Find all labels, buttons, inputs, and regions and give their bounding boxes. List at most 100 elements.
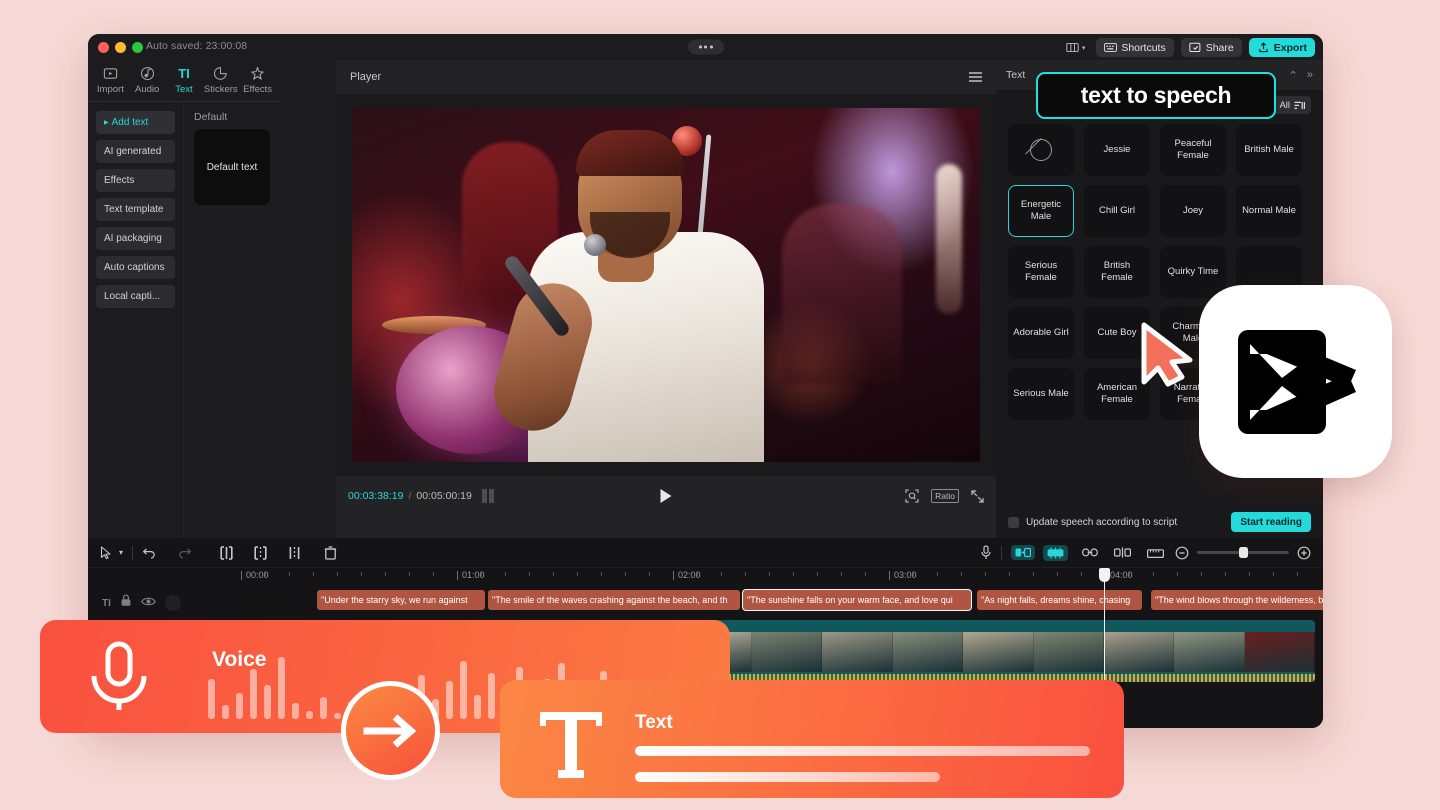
text-clip[interactable]: "The smile of the waves crashing against… [488,590,740,610]
lock-icon[interactable] [120,594,132,612]
layout-switch-button[interactable]: ▾ [1066,42,1090,53]
tab-text[interactable]: TI Text [166,64,203,95]
mirror-icon[interactable] [1114,547,1131,558]
none-icon [1030,139,1052,161]
ruler-tick [601,572,602,576]
category-text-template[interactable]: Text template [96,198,175,221]
ratio-button[interactable]: Ratio [931,489,959,503]
arrow-right-button[interactable] [341,681,440,780]
voice-option[interactable]: Quirky Time [1160,246,1226,298]
close-window-button[interactable] [98,42,109,53]
player-right-controls: Ratio [905,489,984,503]
voice-option[interactable]: Jessie [1084,124,1150,176]
ruler-tick [1273,572,1274,576]
titlebar-actions: ▾ Shortcuts Share Export [1066,38,1315,57]
voice-option[interactable]: Serious Female [1008,246,1074,298]
ruler-tick [289,572,290,576]
text-clip[interactable]: "The wind blows through the wilderness, … [1151,590,1323,610]
category-auto-captions[interactable]: Auto captions [96,256,175,279]
category-local-captions[interactable]: Local capti... [96,285,175,308]
ruler-tick [433,572,434,576]
start-reading-button[interactable]: Start reading [1231,512,1311,532]
voice-option[interactable]: British Male [1236,124,1302,176]
category-ai-packaging[interactable]: AI packaging [96,227,175,250]
voice-option[interactable]: Joey [1160,185,1226,237]
tab-effects[interactable]: Effects [239,64,276,95]
link-icon[interactable] [1082,548,1098,557]
ruler-tick [1177,572,1178,576]
chevron-down-icon[interactable]: ▾ [119,548,123,557]
frames-icon[interactable] [481,489,494,503]
preset-default-text[interactable]: Default text [194,129,270,205]
trim-left-icon[interactable] [254,545,267,560]
zoom-out-icon[interactable] [1175,546,1189,560]
waveform-bar [292,703,299,719]
player-panel: Player 00:03:38:19 / 00:05:00:19 Ratio [336,60,996,538]
effects-icon [251,66,264,80]
voice-option-none[interactable] [1008,124,1074,176]
trim-right-icon[interactable] [288,546,301,560]
voice-option[interactable]: Adorable Girl [1008,307,1074,359]
split-icon[interactable] [220,545,233,560]
window-more-options-button[interactable] [687,39,724,55]
ruler-tick-major [673,571,674,580]
auto-transition-icon[interactable] [1011,545,1035,560]
tab-stickers[interactable]: Stickers [202,64,239,95]
eye-icon[interactable] [141,594,156,612]
preset-column: Default Default text [183,102,280,538]
update-speech-checkbox[interactable] [1008,516,1019,528]
category-add-text[interactable]: ▶ Add text [96,111,175,134]
category-ai-generated[interactable]: AI generated [96,140,175,163]
background-musician-2 [782,204,902,384]
chevron-up-icon[interactable]: ⌃ [1289,69,1298,82]
zoom-in-icon[interactable] [1297,546,1311,560]
voice-option[interactable]: Normal Male [1236,185,1302,237]
crop-icon[interactable] [1147,547,1164,559]
minimize-window-button[interactable] [115,42,126,53]
voice-filter-button[interactable]: All [1273,96,1311,114]
track-options-button[interactable] [164,595,181,611]
tab-audio[interactable]: Audio [129,64,166,95]
redo-icon[interactable] [177,546,192,559]
shortcuts-button[interactable]: Shortcuts [1096,38,1174,57]
undo-icon[interactable] [142,546,157,559]
share-button[interactable]: Share [1180,38,1242,57]
text-clip[interactable]: "Under the starry sky, we run against [317,590,485,610]
voice-option-selected[interactable]: Energetic Male [1008,185,1074,237]
timeline-ruler[interactable]: 00:00 01:00 02:00 03:00 04:00 [189,568,1323,590]
text-promo-label: Text [635,712,673,733]
voice-option[interactable]: British Female [1084,246,1150,298]
timeline-zoom-slider[interactable] [1197,547,1289,558]
video-thumbnail [1174,632,1245,672]
video-preview[interactable] [352,108,980,462]
voice-option[interactable]: Peaceful Female [1160,124,1226,176]
singer-hair [576,130,684,176]
ruler-tick [265,572,266,576]
voice-label: British Female [1101,260,1133,283]
zoom-slider-knob[interactable] [1239,547,1248,558]
hamburger-icon[interactable] [969,72,982,82]
export-button[interactable]: Export [1248,38,1315,57]
microphone-icon[interactable] [980,545,992,560]
maximize-window-button[interactable] [132,42,143,53]
mixer-icon[interactable] [1043,544,1068,561]
voice-option[interactable]: Serious Male [1008,368,1074,420]
chevrons-right-icon[interactable]: » [1307,69,1313,82]
voice-option[interactable]: Chill Girl [1084,185,1150,237]
category-effects[interactable]: Effects [96,169,175,192]
text-clip[interactable]: "As night falls, dreams shine, chasing [977,590,1142,610]
text-promo-line [635,746,1090,756]
fullscreen-icon[interactable] [971,489,984,503]
delete-icon[interactable] [324,545,337,560]
playhead-handle[interactable] [1099,568,1110,582]
left-panel: Import Audio TI Text Stickers Effects ▶ … [88,60,280,538]
shortcuts-label: Shortcuts [1121,41,1166,54]
video-thumbnail [1103,632,1175,672]
select-arrow-icon[interactable] [100,545,113,560]
video-thumbnail [752,632,823,672]
text-clip-selected[interactable]: "The sunshine falls on your warm face, a… [742,589,972,611]
tab-import[interactable]: Import [92,64,129,95]
text-track[interactable]: "Under the starry sky, we run against "T… [189,589,1323,616]
zoom-fit-icon[interactable] [905,489,919,503]
play-icon[interactable] [660,489,672,503]
